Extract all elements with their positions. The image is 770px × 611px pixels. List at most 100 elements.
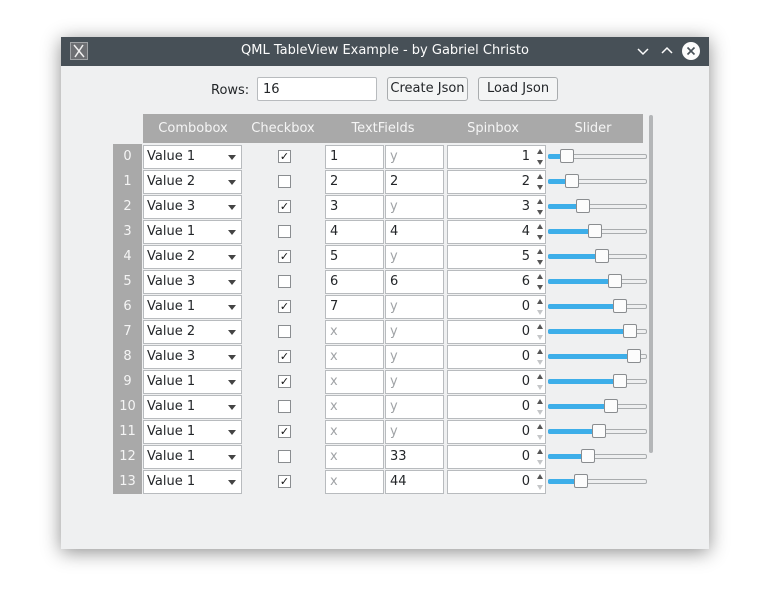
spin-up-arrow-icon[interactable] [537,349,543,354]
slider-handle[interactable] [574,474,588,488]
text-field-x[interactable]: 6 [325,270,384,294]
spin-down-arrow-icon[interactable] [537,485,543,490]
value-slider[interactable] [548,144,648,169]
slider-handle[interactable] [613,299,627,313]
text-field-x[interactable]: 5 [325,245,384,269]
value-slider[interactable] [548,219,648,244]
text-field-y[interactable]: y [385,320,444,344]
title-bar[interactable]: QML TableView Example - by Gabriel Chris… [61,37,709,66]
slider-handle[interactable] [595,249,609,263]
row-checkbox[interactable] [278,175,291,188]
row-checkbox[interactable]: ✓ [278,475,291,488]
text-field-x[interactable]: 1 [325,145,384,169]
value-slider[interactable] [548,294,648,319]
value-combobox[interactable]: Value 1 [143,370,242,394]
spin-down-arrow-icon[interactable] [537,185,543,190]
spin-down-arrow-icon[interactable] [537,160,543,165]
value-combobox[interactable]: Value 1 [143,295,242,319]
row-checkbox[interactable] [278,450,291,463]
text-field-y[interactable]: y [385,295,444,319]
text-field-x[interactable]: x [325,470,384,494]
slider-handle[interactable] [604,399,618,413]
row-checkbox[interactable]: ✓ [278,375,291,388]
spin-up-arrow-icon[interactable] [537,424,543,429]
spin-down-arrow-icon[interactable] [537,210,543,215]
value-spinbox[interactable]: 4 [447,220,546,244]
text-field-x[interactable]: x [325,445,384,469]
value-spinbox[interactable]: 0 [447,345,546,369]
text-field-x[interactable]: x [325,420,384,444]
value-spinbox[interactable]: 0 [447,295,546,319]
close-button[interactable] [682,42,700,60]
text-field-y[interactable]: y [385,195,444,219]
value-combobox[interactable]: Value 2 [143,170,242,194]
value-combobox[interactable]: Value 2 [143,245,242,269]
value-spinbox[interactable]: 0 [447,420,546,444]
slider-handle[interactable] [560,149,574,163]
spin-down-arrow-icon[interactable] [537,410,543,415]
text-field-y[interactable]: y [385,395,444,419]
text-field-y[interactable]: 2 [385,170,444,194]
value-spinbox[interactable]: 6 [447,270,546,294]
text-field-y[interactable]: y [385,370,444,394]
slider-handle[interactable] [565,174,579,188]
text-field-x[interactable]: x [325,395,384,419]
value-combobox[interactable]: Value 3 [143,195,242,219]
spin-down-arrow-icon[interactable] [537,385,543,390]
spin-up-arrow-icon[interactable] [537,149,543,154]
rows-input[interactable] [257,77,377,101]
row-checkbox[interactable]: ✓ [278,250,291,263]
row-checkbox[interactable]: ✓ [278,300,291,313]
spin-up-arrow-icon[interactable] [537,249,543,254]
value-slider[interactable] [548,419,648,444]
spin-up-arrow-icon[interactable] [537,299,543,304]
spin-down-arrow-icon[interactable] [537,235,543,240]
spin-up-arrow-icon[interactable] [537,174,543,179]
spin-up-arrow-icon[interactable] [537,199,543,204]
value-combobox[interactable]: Value 1 [143,220,242,244]
value-slider[interactable] [548,244,648,269]
spin-up-arrow-icon[interactable] [537,374,543,379]
slider-handle[interactable] [613,374,627,388]
spin-up-arrow-icon[interactable] [537,474,543,479]
text-field-x[interactable]: 4 [325,220,384,244]
text-field-x[interactable]: 3 [325,195,384,219]
text-field-x[interactable]: 2 [325,170,384,194]
text-field-x[interactable]: x [325,345,384,369]
value-spinbox[interactable]: 0 [447,320,546,344]
row-checkbox[interactable] [278,400,291,413]
slider-handle[interactable] [592,424,606,438]
value-slider[interactable] [548,269,648,294]
value-spinbox[interactable]: 0 [447,470,546,494]
spin-up-arrow-icon[interactable] [537,399,543,404]
minimize-button[interactable] [634,42,652,60]
spin-down-arrow-icon[interactable] [537,360,543,365]
value-combobox[interactable]: Value 2 [143,320,242,344]
vertical-scrollbar[interactable] [649,115,653,453]
spin-up-arrow-icon[interactable] [537,224,543,229]
value-slider[interactable] [548,344,648,369]
row-checkbox[interactable]: ✓ [278,425,291,438]
row-checkbox[interactable]: ✓ [278,200,291,213]
value-slider[interactable] [548,444,648,469]
value-spinbox[interactable]: 0 [447,370,546,394]
text-field-y[interactable]: y [385,345,444,369]
value-slider[interactable] [548,194,648,219]
row-checkbox[interactable]: ✓ [278,150,291,163]
spin-down-arrow-icon[interactable] [537,460,543,465]
text-field-x[interactable]: 7 [325,295,384,319]
text-field-y[interactable]: y [385,420,444,444]
spin-up-arrow-icon[interactable] [537,449,543,454]
value-spinbox[interactable]: 3 [447,195,546,219]
value-spinbox[interactable]: 5 [447,245,546,269]
value-spinbox[interactable]: 0 [447,445,546,469]
value-combobox[interactable]: Value 3 [143,345,242,369]
maximize-button[interactable] [658,42,676,60]
value-combobox[interactable]: Value 1 [143,145,242,169]
text-field-x[interactable]: x [325,320,384,344]
value-slider[interactable] [548,369,648,394]
row-checkbox[interactable]: ✓ [278,350,291,363]
text-field-y[interactable]: y [385,245,444,269]
create-json-button[interactable]: Create Json [387,77,468,101]
load-json-button[interactable]: Load Json [478,77,558,101]
